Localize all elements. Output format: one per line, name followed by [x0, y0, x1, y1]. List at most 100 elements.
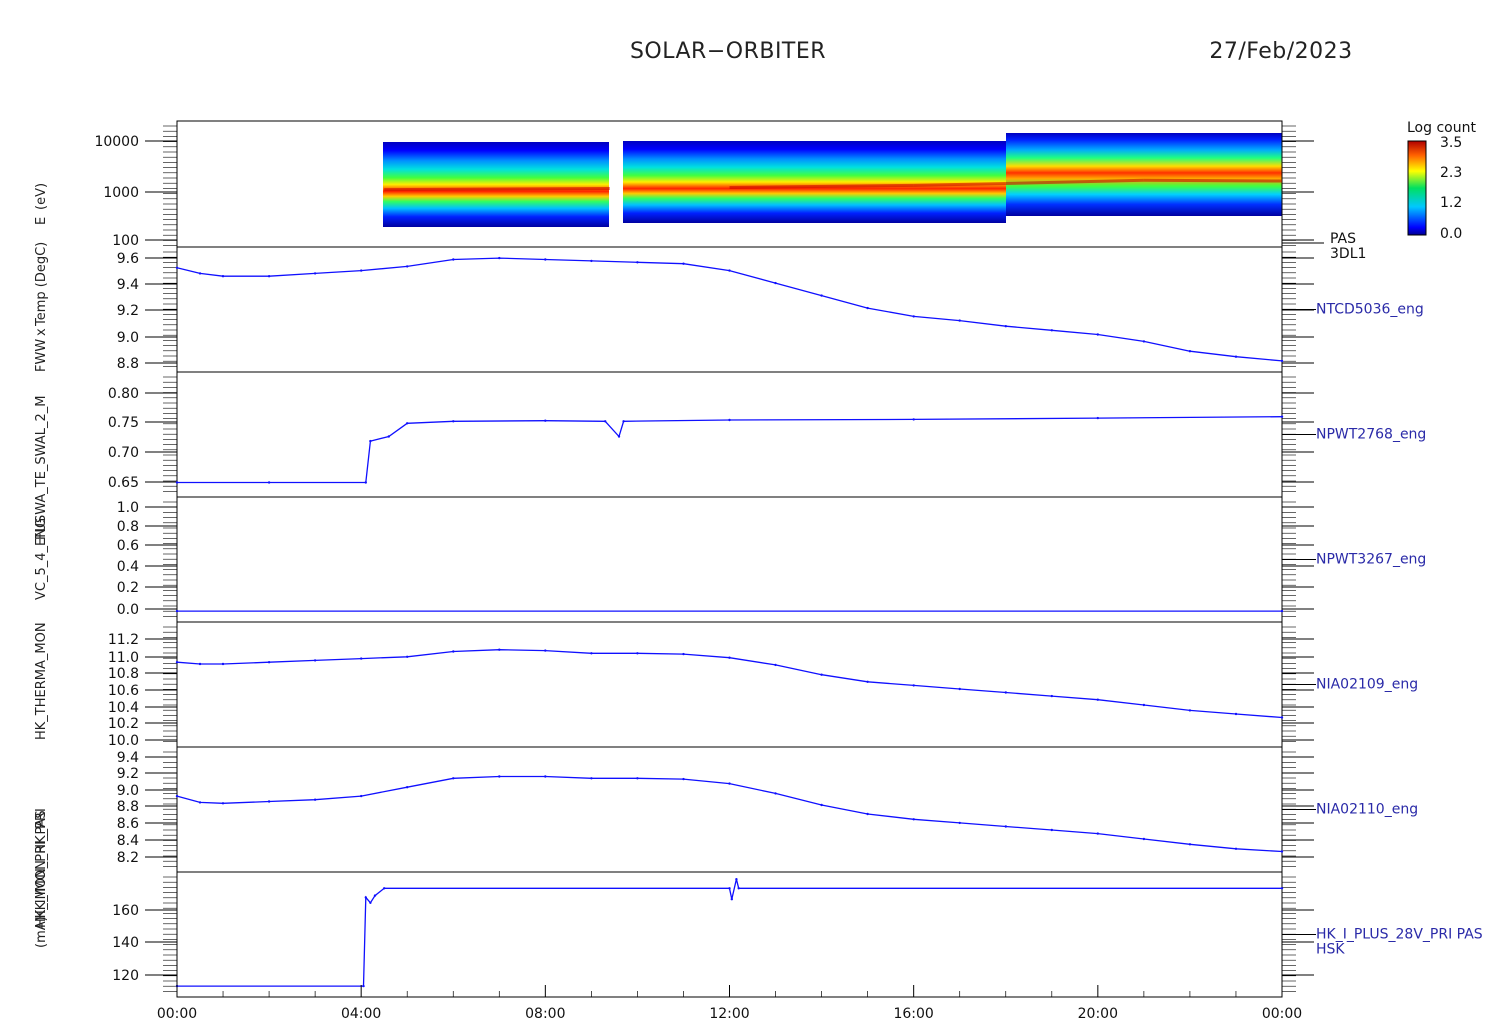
- series-label: NPWT2768_eng: [1316, 427, 1426, 443]
- left-label-fww: FWW: [34, 339, 49, 372]
- data-point: [364, 481, 367, 484]
- panel-nia02109-eng: 11.2 11.010.810.610.410.210.0 NIA02109_eng: [108, 621, 1418, 749]
- data-point: [866, 306, 869, 310]
- data-point: [636, 777, 639, 780]
- y-tick-label: 1.0: [117, 500, 139, 516]
- data-point: [958, 319, 961, 322]
- peak-energy-segment: [384, 187, 610, 192]
- data-point: [1142, 703, 1146, 707]
- data-point: [1142, 837, 1146, 841]
- y-tick-label: 8.4: [117, 833, 139, 849]
- data-point: [590, 777, 593, 780]
- data-point: [267, 481, 271, 484]
- series-line: [176, 257, 1283, 362]
- left-label-ma: (mA): [34, 916, 49, 948]
- data-point: [175, 609, 179, 613]
- data-point: [198, 801, 202, 804]
- data-point: [452, 258, 455, 261]
- data-point: [912, 684, 915, 687]
- y-tick-label: 140: [112, 935, 139, 951]
- data-point: [1280, 850, 1284, 853]
- data-point: [1050, 694, 1054, 698]
- data-point: [313, 659, 317, 662]
- data-point: [1050, 828, 1054, 832]
- x-tick-label: 12:00: [709, 1006, 749, 1020]
- y-tick-label: 0.2: [117, 580, 139, 596]
- x-tick-label: 00:00: [157, 1006, 197, 1020]
- data-point: [1280, 716, 1284, 719]
- y-tick-label: 11.2: [108, 632, 139, 648]
- data-point: [1234, 355, 1238, 358]
- plot-date: 27/Feb/2023: [1209, 39, 1352, 64]
- x-tick-label: 08:00: [525, 1006, 565, 1020]
- colorbar-scale: [1407, 140, 1427, 236]
- panel-npwt3267-eng: 1.0 0.8 0.6 0.4 0.2 0.0 NPWT3267_eng: [117, 496, 1426, 623]
- data-point: [544, 775, 547, 778]
- data-point: [682, 262, 685, 265]
- data-point: [604, 420, 607, 423]
- data-point: [774, 792, 777, 795]
- colorbar-tick-label: 2.3: [1440, 165, 1462, 181]
- data-point: [369, 439, 372, 443]
- data-point: [360, 657, 363, 660]
- y-tick-label: 120: [112, 968, 139, 984]
- y-tick-label: 10.8: [108, 666, 139, 682]
- data-point: [498, 648, 501, 651]
- data-point: [406, 265, 409, 268]
- series-label: NIA02109_eng: [1316, 677, 1418, 693]
- data-point: [912, 418, 915, 421]
- data-point: [774, 663, 777, 667]
- data-point: [866, 812, 869, 816]
- colorbar-tick-label: 1.2: [1440, 195, 1462, 211]
- summary-plot: SOLAR−ORBITER 27/Feb/2023 Log count 3.5 …: [34, 39, 1483, 1020]
- panel-ntcd5036-eng: 9.6 9.4 9.2 9.0 8.8 NTCD5036_eng: [117, 246, 1424, 373]
- data-point: [175, 661, 179, 664]
- left-label-ev: (eV): [34, 183, 49, 210]
- data-point: [820, 673, 823, 676]
- y-tick-label: 10.6: [108, 683, 139, 699]
- data-point: [1050, 329, 1054, 332]
- y-tick-label: 8.8: [117, 799, 139, 815]
- data-point: [820, 294, 823, 297]
- panel-npwt2768-eng: 0.80 0.75 0.70 0.65 NPWT2768_eng: [108, 371, 1426, 498]
- y-tick-label: 0.4: [117, 559, 139, 575]
- y-tick-label: 10.2: [108, 716, 139, 732]
- data-point: [1280, 415, 1284, 418]
- data-point: [373, 894, 377, 897]
- data-point: [498, 775, 501, 778]
- data-point: [912, 818, 915, 821]
- y-tick-label: 9.0: [117, 783, 139, 799]
- series-label: NTCD5036_eng: [1316, 302, 1424, 318]
- data-point: [313, 272, 317, 275]
- data-point: [1142, 340, 1146, 343]
- data-point: [866, 680, 869, 683]
- peak-energy-segment: [913, 182, 1006, 187]
- left-label-x: x: [34, 328, 49, 336]
- data-point: [1234, 712, 1238, 716]
- peak-energy-segment: [1143, 178, 1283, 183]
- left-label-vc: VC_5_4_ENG: [34, 518, 49, 600]
- data-point: [1234, 847, 1238, 850]
- series-line: [177, 879, 1282, 987]
- y-tick-label: 11.0: [108, 650, 139, 666]
- data-point: [362, 984, 365, 988]
- y-tick-label: 0.75: [108, 415, 139, 431]
- panel-frame: [176, 371, 1283, 498]
- data-point: [175, 794, 179, 798]
- data-point: [1004, 325, 1007, 328]
- data-point: [267, 661, 271, 664]
- data-point: [1096, 832, 1100, 835]
- data-point: [728, 782, 731, 785]
- y-tick-label: 0.6: [117, 538, 139, 554]
- data-point: [364, 896, 367, 899]
- data-point: [774, 281, 777, 285]
- series-label: HSK: [1316, 942, 1345, 958]
- y-tick-label: 10.0: [108, 733, 139, 749]
- data-point: [544, 419, 547, 422]
- data-point: [636, 261, 639, 264]
- data-point: [590, 259, 593, 263]
- panel-frame: [176, 621, 1283, 748]
- data-point: [1096, 333, 1100, 336]
- data-point: [544, 258, 547, 261]
- data-point: [221, 802, 225, 805]
